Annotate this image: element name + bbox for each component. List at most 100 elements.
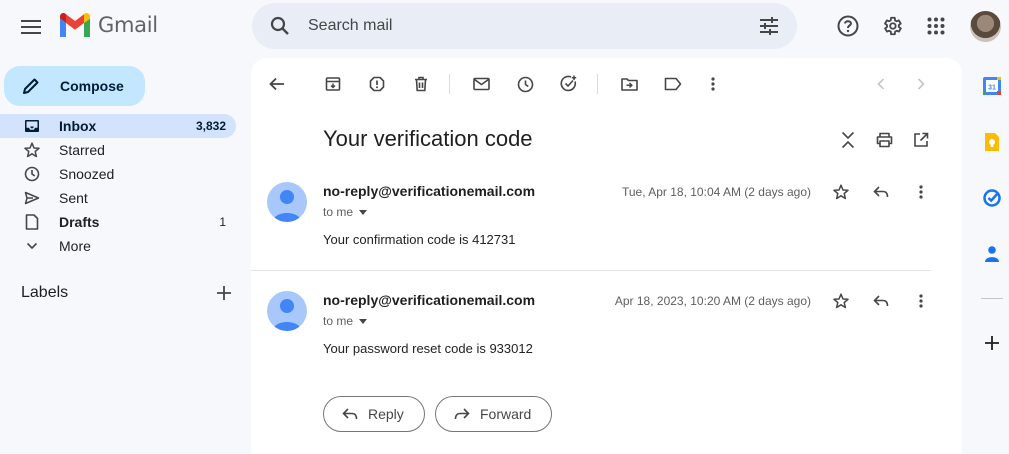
star-icon bbox=[833, 184, 849, 200]
star-icon bbox=[23, 142, 41, 158]
person-icon bbox=[273, 299, 301, 331]
sidebar-item-starred[interactable]: Starred bbox=[0, 138, 236, 162]
reply-button[interactable] bbox=[865, 285, 897, 317]
print-button[interactable] bbox=[868, 124, 900, 156]
rail-divider bbox=[981, 298, 1003, 299]
email-subject: Your verification code bbox=[323, 126, 533, 151]
clock-icon bbox=[23, 166, 41, 182]
message-more-button[interactable] bbox=[905, 285, 937, 317]
sender-avatar[interactable] bbox=[267, 182, 307, 222]
reply-icon bbox=[873, 295, 889, 307]
gmail-m-icon bbox=[60, 12, 90, 37]
tasks-app-button[interactable] bbox=[980, 186, 1004, 210]
pencil-icon bbox=[23, 78, 39, 94]
create-label-button[interactable] bbox=[217, 286, 231, 300]
collapse-all-button[interactable] bbox=[832, 124, 864, 156]
move-to-button[interactable] bbox=[613, 68, 645, 100]
delete-button[interactable] bbox=[405, 68, 437, 100]
sidebar-item-snoozed[interactable]: Snoozed bbox=[0, 162, 236, 186]
compose-button[interactable]: Compose bbox=[4, 66, 145, 106]
sender-email[interactable]: no-reply@verificationemail.com bbox=[323, 292, 535, 308]
search-options-icon[interactable] bbox=[741, 17, 797, 35]
settings-button[interactable] bbox=[874, 8, 910, 44]
more-options-button[interactable] bbox=[697, 68, 729, 100]
contacts-app-button[interactable] bbox=[980, 242, 1004, 266]
labels-button[interactable] bbox=[657, 68, 689, 100]
report-spam-button[interactable] bbox=[361, 68, 393, 100]
caret-down-icon bbox=[359, 209, 368, 215]
recipient-toggle[interactable]: to me bbox=[323, 314, 368, 328]
sender-email[interactable]: no-reply@verificationemail.com bbox=[323, 183, 535, 199]
forward-icon bbox=[454, 408, 470, 420]
arrow-left-icon bbox=[269, 77, 284, 91]
sidebar-item-more[interactable]: More bbox=[0, 234, 236, 258]
gear-icon bbox=[884, 16, 902, 36]
gmail-logo[interactable]: Gmail bbox=[58, 12, 158, 38]
sender-avatar[interactable] bbox=[267, 291, 307, 331]
more-vert-icon bbox=[711, 77, 715, 91]
star-icon bbox=[833, 293, 849, 309]
star-button[interactable] bbox=[825, 176, 857, 208]
reply-pill-button[interactable]: Reply bbox=[323, 396, 425, 432]
message-body: Your password reset code is 933012 bbox=[323, 341, 533, 356]
keep-app-button[interactable] bbox=[980, 130, 1004, 154]
trash-icon bbox=[415, 76, 427, 92]
search-icon[interactable] bbox=[252, 16, 308, 36]
sidebar-nav: Inbox 3,832 Starred Snoozed Sent Drafts … bbox=[0, 114, 236, 258]
open-new-window-button[interactable] bbox=[905, 124, 937, 156]
apps-button[interactable] bbox=[918, 8, 954, 44]
get-addons-button[interactable] bbox=[980, 331, 1004, 355]
message-body: Your confirmation code is 412731 bbox=[323, 232, 516, 247]
archive-button[interactable] bbox=[317, 68, 349, 100]
sidebar-item-sent[interactable]: Sent bbox=[0, 186, 236, 210]
sidebar-item-inbox[interactable]: Inbox 3,832 bbox=[0, 114, 236, 138]
caret-down-icon bbox=[359, 318, 368, 324]
folder-move-icon bbox=[620, 78, 638, 91]
add-to-tasks-button[interactable] bbox=[553, 68, 585, 100]
message-panel: Your verification code no-reply@verifica… bbox=[251, 58, 962, 454]
recipient-toggle[interactable]: to me bbox=[323, 205, 368, 219]
message-more-button[interactable] bbox=[905, 176, 937, 208]
chevron-left-icon bbox=[877, 78, 885, 90]
search-input[interactable] bbox=[308, 17, 741, 35]
inbox-icon bbox=[23, 119, 41, 133]
snooze-button[interactable] bbox=[509, 68, 541, 100]
report-icon bbox=[369, 76, 385, 92]
reply-button[interactable] bbox=[865, 176, 897, 208]
open-in-new-icon bbox=[914, 132, 929, 147]
compose-label: Compose bbox=[60, 78, 124, 94]
account-avatar[interactable] bbox=[970, 11, 1001, 42]
back-button[interactable] bbox=[261, 68, 293, 100]
inbox-count: 3,832 bbox=[195, 119, 226, 133]
search-bar[interactable] bbox=[252, 3, 797, 49]
star-button[interactable] bbox=[825, 285, 857, 317]
app-name: Gmail bbox=[98, 13, 158, 37]
main-menu-button[interactable] bbox=[14, 10, 48, 44]
hamburger-icon bbox=[21, 20, 41, 34]
newer-button[interactable] bbox=[865, 68, 897, 100]
calendar-app-button[interactable]: 31 bbox=[980, 74, 1004, 98]
add-task-icon bbox=[560, 75, 577, 92]
labels-header: Labels bbox=[21, 284, 231, 302]
chevron-down-icon bbox=[23, 242, 41, 250]
keep-icon bbox=[985, 133, 999, 151]
forward-pill-button[interactable]: Forward bbox=[435, 396, 553, 432]
help-button[interactable] bbox=[830, 8, 866, 44]
message-divider bbox=[251, 270, 931, 271]
mark-unread-button[interactable] bbox=[465, 68, 497, 100]
unfold-less-icon bbox=[841, 131, 855, 149]
person-icon bbox=[273, 190, 301, 222]
tasks-icon bbox=[983, 189, 1001, 207]
svg-text:31: 31 bbox=[988, 85, 996, 92]
drafts-count: 1 bbox=[219, 215, 226, 229]
toolbar-divider bbox=[449, 74, 450, 94]
plus-icon bbox=[985, 336, 999, 350]
toolbar-divider bbox=[597, 74, 598, 94]
mail-icon bbox=[472, 77, 490, 91]
clock-icon bbox=[517, 76, 533, 92]
older-button[interactable] bbox=[905, 68, 937, 100]
plus-icon bbox=[217, 286, 231, 300]
more-vert-icon bbox=[919, 185, 923, 199]
help-icon bbox=[837, 15, 859, 37]
sidebar-item-drafts[interactable]: Drafts 1 bbox=[0, 210, 236, 234]
